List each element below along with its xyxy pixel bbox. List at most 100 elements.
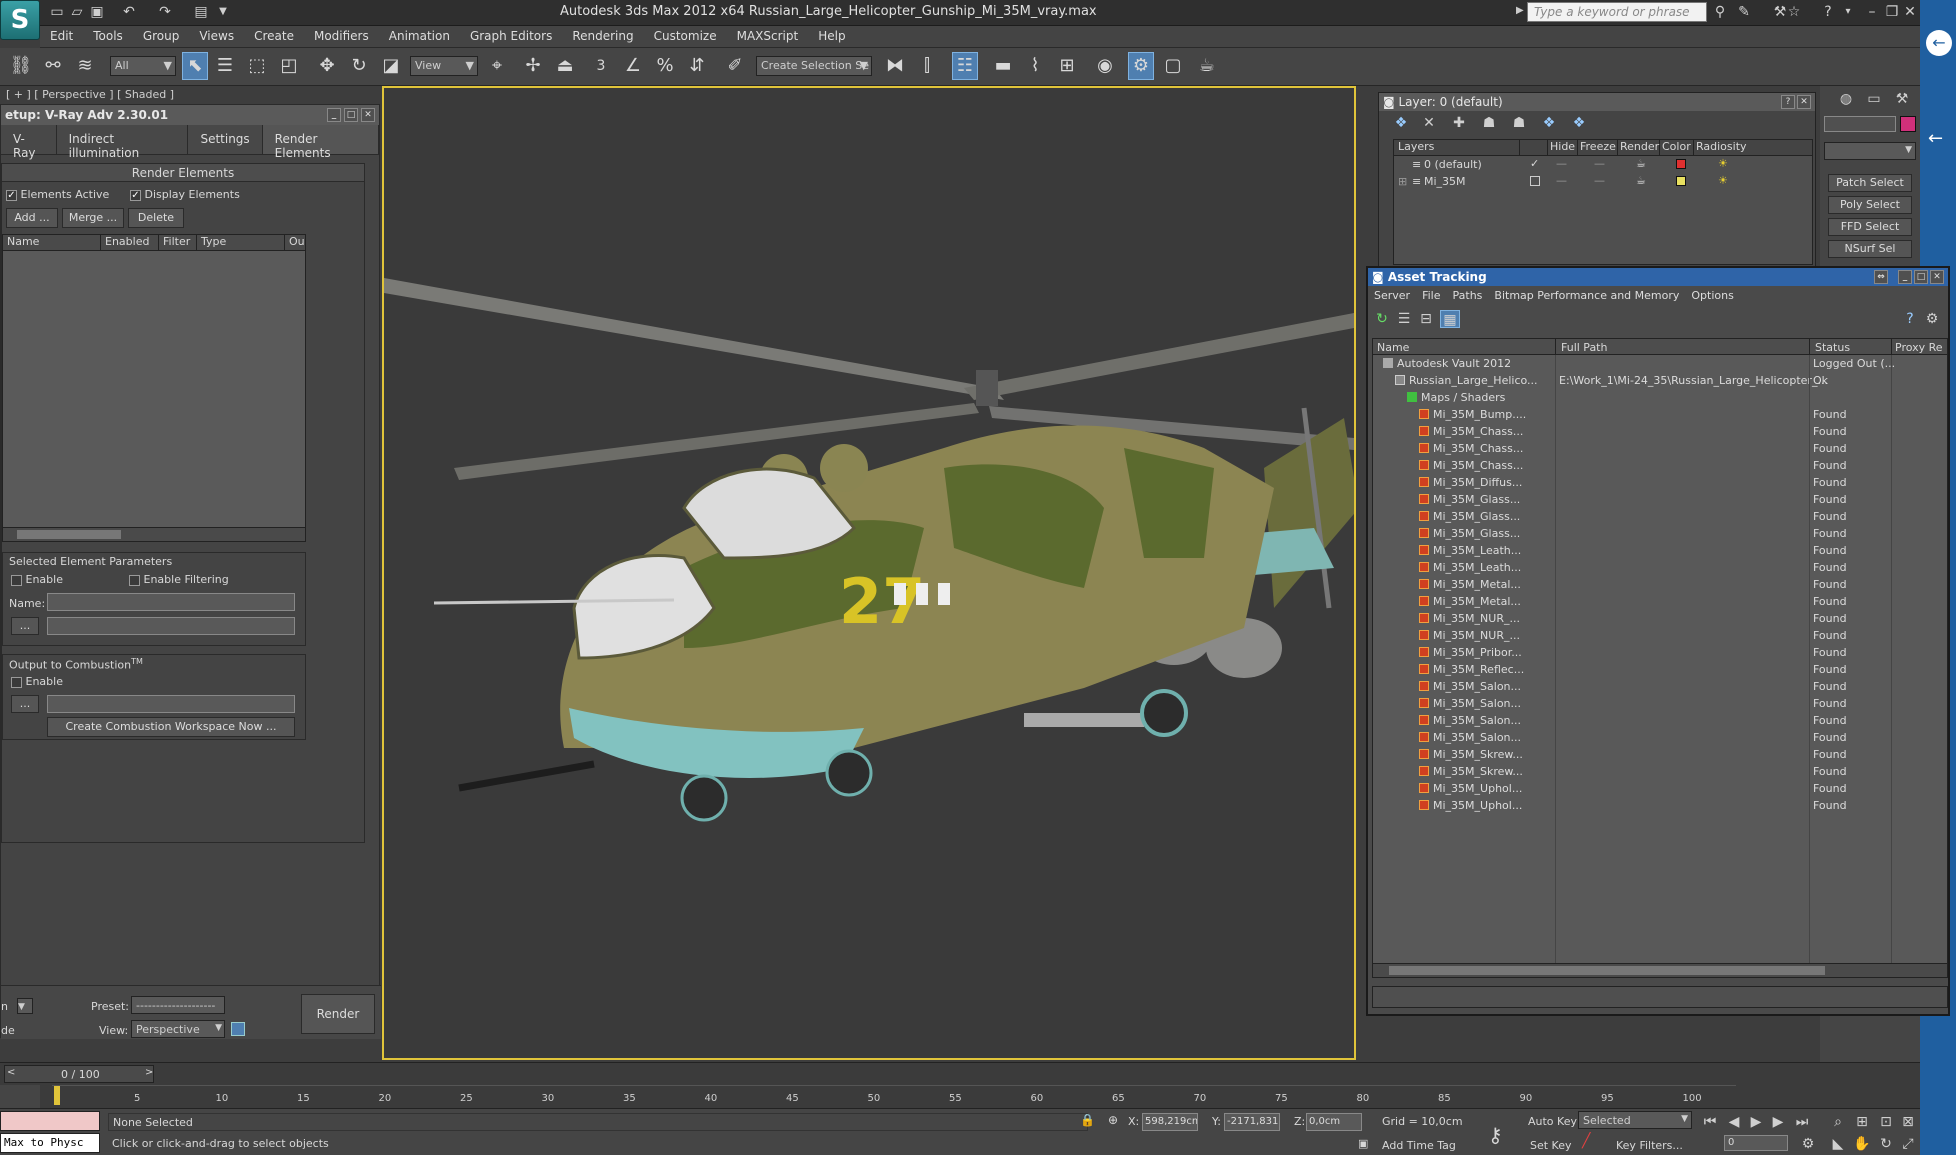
zoom-extents-icon[interactable]: ⊡ bbox=[1876, 1113, 1896, 1131]
layer-panel-titlebar[interactable]: ◙ Layer: 0 (default) ? ✕ bbox=[1379, 93, 1815, 111]
checkbox-icon[interactable] bbox=[11, 574, 22, 586]
maxscript-listener-top[interactable] bbox=[0, 1111, 100, 1131]
zoom-icon[interactable]: ⌕ bbox=[1828, 1113, 1848, 1131]
menu-maxscript[interactable]: MAXScript bbox=[727, 26, 809, 48]
add-to-layer-icon[interactable]: ✚ bbox=[1449, 114, 1469, 132]
checkmark-icon[interactable]: ✓ bbox=[1530, 157, 1539, 170]
teapot-icon[interactable]: ☕ bbox=[1636, 174, 1646, 187]
table-row[interactable]: Mi_35M_Bump.... Found bbox=[1373, 406, 1949, 423]
snap-toggle-icon[interactable]: 3 bbox=[588, 52, 614, 80]
select-and-manipulate-icon[interactable]: ✢ bbox=[520, 52, 546, 80]
view-dropdown[interactable]: Perspective ▼ bbox=[131, 1020, 225, 1038]
go-to-end-icon[interactable]: ⏭ bbox=[1792, 1113, 1812, 1131]
add-button[interactable]: Add ... bbox=[6, 208, 58, 228]
table-row[interactable]: Mi_35M_Glass... Found bbox=[1373, 508, 1949, 525]
material-editor-icon[interactable]: ◉ bbox=[1092, 52, 1118, 80]
menu-customize[interactable]: Customize bbox=[644, 26, 727, 48]
teapot-icon[interactable]: ☕ bbox=[1636, 157, 1646, 170]
close-icon[interactable]: ✕ bbox=[1930, 270, 1944, 284]
highlight-layer-icon[interactable]: ☗ bbox=[1509, 114, 1529, 132]
rendered-frame-window-icon[interactable]: ▢ bbox=[1160, 52, 1186, 80]
pin-icon[interactable]: ⇔ bbox=[1874, 270, 1888, 284]
table-row[interactable]: Autodesk Vault 2012 Logged Out (... bbox=[1373, 355, 1949, 372]
menu-modifiers[interactable]: Modifiers bbox=[304, 26, 379, 48]
select-and-scale-icon[interactable]: ◪ bbox=[378, 52, 404, 80]
redo-icon[interactable]: ↷ bbox=[156, 4, 174, 20]
table-row[interactable]: Mi_35M_Uphol... Found bbox=[1373, 780, 1949, 797]
mirror-icon[interactable]: ⧓ bbox=[882, 52, 908, 80]
horizontal-scrollbar[interactable] bbox=[3, 527, 305, 541]
element-name-field[interactable] bbox=[47, 593, 295, 611]
project-folder-icon[interactable]: ▤ bbox=[192, 4, 210, 20]
column-header-layers[interactable]: Layers bbox=[1394, 140, 1520, 155]
tab-settings[interactable]: Settings bbox=[188, 125, 263, 154]
x-coordinate-field[interactable]: 598,219cm bbox=[1142, 1113, 1198, 1131]
minimize-icon[interactable]: – bbox=[1862, 3, 1882, 21]
field-of-view-icon[interactable]: ◣ bbox=[1828, 1135, 1848, 1153]
menu-paths[interactable]: Paths bbox=[1447, 286, 1489, 306]
menu-animation[interactable]: Animation bbox=[379, 26, 460, 48]
asset-table[interactable]: Name Full Path Status Proxy Re Autodesk … bbox=[1372, 338, 1948, 978]
new-file-icon[interactable]: ▭ bbox=[48, 4, 66, 20]
viewport-label[interactable]: [ + ] [ Perspective ] [ Shaded ] bbox=[6, 88, 174, 101]
select-and-link-icon[interactable]: ⛓ bbox=[8, 52, 34, 80]
time-tag-icon[interactable]: ▣ bbox=[1358, 1137, 1368, 1150]
table-row[interactable]: Mi_35M_Chass... Found bbox=[1373, 423, 1949, 440]
table-row[interactable]: Mi_35M_Skrew... Found bbox=[1373, 763, 1949, 780]
column-header-render[interactable]: Render bbox=[1618, 140, 1660, 155]
undo-icon[interactable]: ↶ bbox=[120, 4, 138, 20]
table-row[interactable]: Mi_35M_Leath... Found bbox=[1373, 559, 1949, 576]
table-row[interactable]: Mi_35M_NUR_... Found bbox=[1373, 627, 1949, 644]
refresh-icon[interactable]: ↻ bbox=[1372, 310, 1392, 328]
menu-bitmap-performance[interactable]: Bitmap Performance and Memory bbox=[1488, 286, 1685, 306]
render-setup-titlebar[interactable]: etup: V-Ray Adv 2.30.01 _ □ ✕ bbox=[1, 105, 379, 125]
radiosity-icon[interactable]: ☀ bbox=[1718, 174, 1728, 187]
object-name-field[interactable] bbox=[1824, 116, 1896, 132]
table-row[interactable]: Mi_35M_NUR_... Found bbox=[1373, 610, 1949, 627]
table-row[interactable]: Mi_35M_Glass... Found bbox=[1373, 491, 1949, 508]
radiosity-icon[interactable]: ☀ bbox=[1718, 157, 1728, 170]
subscription-icon[interactable]: ✎ bbox=[1734, 3, 1754, 21]
time-configuration-icon[interactable]: ⚙ bbox=[1798, 1135, 1818, 1153]
close-icon[interactable]: ✕ bbox=[1900, 3, 1920, 21]
select-and-move-icon[interactable]: ✥ bbox=[314, 52, 340, 80]
checkbox-icon[interactable] bbox=[129, 574, 140, 586]
edit-named-selection-icon[interactable]: ✐ bbox=[722, 52, 748, 80]
menu-server[interactable]: Server bbox=[1368, 286, 1416, 306]
layer-row[interactable]: ⊞ ≡ Mi_35M — — ☕ ☀ bbox=[1394, 173, 1812, 190]
menu-views[interactable]: Views bbox=[189, 26, 244, 48]
menu-tools[interactable]: Tools bbox=[83, 26, 133, 48]
combustion-path-field[interactable] bbox=[47, 695, 295, 713]
merge-button[interactable]: Merge ... bbox=[62, 208, 124, 228]
output-path-field[interactable] bbox=[47, 617, 295, 635]
pivot-center-icon[interactable]: ⌖ bbox=[484, 52, 510, 80]
select-object-icon[interactable]: ⬉ bbox=[182, 52, 208, 80]
hide-toggle[interactable]: — bbox=[1556, 157, 1567, 170]
enable-row[interactable]: Enable bbox=[11, 573, 63, 586]
menu-file[interactable]: File bbox=[1416, 286, 1446, 306]
scrollbar-thumb[interactable] bbox=[1389, 966, 1825, 975]
layer-color-swatch[interactable] bbox=[1676, 159, 1686, 169]
menu-rendering[interactable]: Rendering bbox=[562, 26, 643, 48]
align-icon[interactable]: ⫿ bbox=[914, 52, 940, 80]
binoculars-icon[interactable]: ⚲ bbox=[1710, 3, 1730, 21]
checkbox-checked-icon[interactable]: ✓ bbox=[6, 189, 17, 201]
lock-icon[interactable]: 🔒 bbox=[1080, 1113, 1095, 1127]
close-icon[interactable]: ✕ bbox=[1797, 95, 1811, 109]
restore-icon[interactable]: □ bbox=[344, 108, 358, 122]
horizontal-scrollbar[interactable] bbox=[1373, 963, 1947, 977]
asset-tracking-titlebar[interactable]: ◙ Asset Tracking ⇔ _ □ ✕ bbox=[1368, 268, 1948, 286]
key-filters-button[interactable]: Key Filters... bbox=[1616, 1139, 1683, 1152]
create-workspace-button[interactable]: Create Combustion Workspace Now ... bbox=[47, 717, 295, 737]
restore-icon[interactable]: □ bbox=[1914, 270, 1928, 284]
preset-dropdown[interactable]: -------------------- bbox=[131, 996, 225, 1014]
previous-frame-icon[interactable]: ◀ bbox=[1724, 1113, 1744, 1131]
tree-view-icon[interactable]: ⊟ bbox=[1416, 310, 1436, 328]
ffd-select-button[interactable]: FFD Select bbox=[1828, 218, 1912, 236]
spinner-snap-icon[interactable]: ⇵ bbox=[684, 52, 710, 80]
tab-vray[interactable]: V-Ray bbox=[1, 125, 57, 160]
tab-indirect-illumination[interactable]: Indirect illumination bbox=[57, 125, 189, 160]
app-logo[interactable]: S bbox=[0, 0, 40, 40]
column-header-full-path[interactable]: Full Path bbox=[1561, 341, 1607, 354]
column-header-radiosity[interactable]: Radiosity bbox=[1694, 140, 1750, 155]
